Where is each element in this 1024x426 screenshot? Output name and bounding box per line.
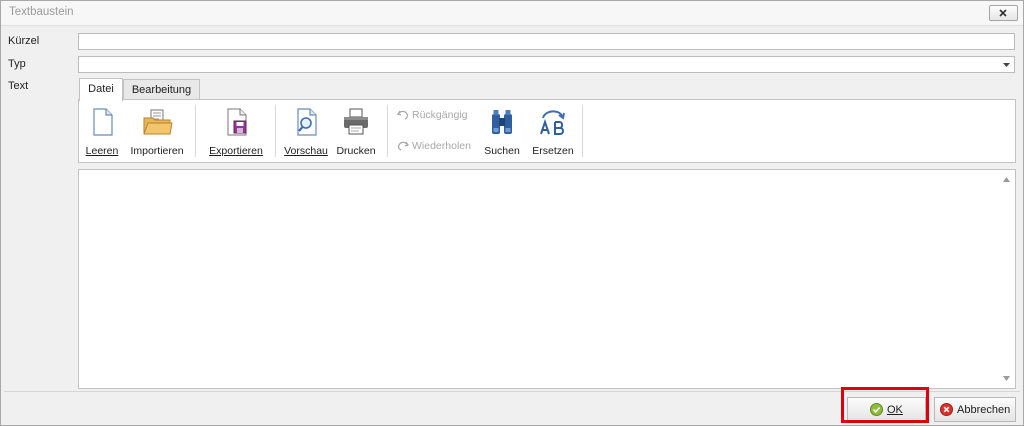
ribbon-separator — [582, 105, 583, 157]
rueckgaengig-label: Rückgängig — [412, 109, 468, 121]
ok-highlight-box — [841, 387, 929, 423]
redo-icon — [397, 141, 410, 151]
vorschau-label: Vorschau — [284, 145, 328, 157]
suchen-label: Suchen — [484, 145, 520, 157]
title-bar: Textbaustein — [1, 1, 1023, 26]
text-editor[interactable] — [78, 169, 1016, 389]
kuerzel-label: Kürzel — [8, 35, 40, 47]
importieren-label: Importieren — [130, 145, 184, 157]
cancel-icon — [940, 403, 953, 416]
dialog-window: Textbaustein Kürzel Typ Text Datei Bearb… — [0, 0, 1024, 426]
window-title: Textbaustein — [9, 6, 74, 18]
preview-icon — [297, 108, 317, 136]
leeren-button[interactable]: Leeren — [83, 106, 121, 158]
ribbon-panel: Leeren Importieren Exportieren Vorschau … — [78, 99, 1016, 163]
drucken-button[interactable]: Drucken — [334, 106, 378, 158]
abbrechen-label: Abbrechen — [957, 404, 1011, 416]
kuerzel-input[interactable] — [78, 33, 1015, 50]
drucken-label: Drucken — [336, 145, 376, 157]
chevron-down-icon[interactable] — [1002, 60, 1011, 69]
rueckgaengig-button[interactable]: Rückgängig — [396, 109, 468, 121]
close-icon — [999, 9, 1007, 17]
ribbon-separator — [275, 105, 276, 157]
document-icon — [93, 108, 113, 136]
typ-label: Typ — [8, 58, 26, 70]
export-save-icon — [227, 108, 247, 136]
wiederholen-button[interactable]: Wiederholen — [397, 140, 471, 152]
close-button[interactable] — [989, 5, 1018, 21]
binoculars-icon — [492, 110, 512, 134]
vertical-scrollbar[interactable] — [998, 170, 1015, 388]
tab-datei[interactable]: Datei — [79, 78, 123, 101]
abbrechen-button[interactable]: Abbrechen — [934, 397, 1016, 422]
vorschau-button[interactable]: Vorschau — [283, 106, 329, 158]
wiederholen-label: Wiederholen — [412, 140, 471, 152]
tab-bearbeitung[interactable]: Bearbeitung — [123, 79, 200, 100]
exportieren-label: Exportieren — [209, 145, 263, 157]
ribbon-separator — [195, 105, 196, 157]
typ-combobox[interactable] — [78, 56, 1015, 73]
undo-icon — [396, 110, 409, 120]
printer-icon — [344, 108, 368, 135]
scroll-down-icon[interactable] — [1002, 374, 1011, 383]
replace-icon — [540, 110, 565, 135]
importieren-button[interactable]: Importieren — [127, 106, 187, 158]
ersetzen-label: Ersetzen — [532, 145, 574, 157]
text-label: Text — [8, 80, 29, 92]
scroll-up-icon[interactable] — [1002, 175, 1011, 184]
leeren-label: Leeren — [85, 145, 119, 157]
suchen-button[interactable]: Suchen — [483, 106, 521, 158]
import-folder-icon — [143, 109, 173, 135]
ribbon-separator — [387, 105, 388, 157]
exportieren-button[interactable]: Exportieren — [205, 106, 267, 158]
ersetzen-button[interactable]: Ersetzen — [530, 106, 576, 158]
